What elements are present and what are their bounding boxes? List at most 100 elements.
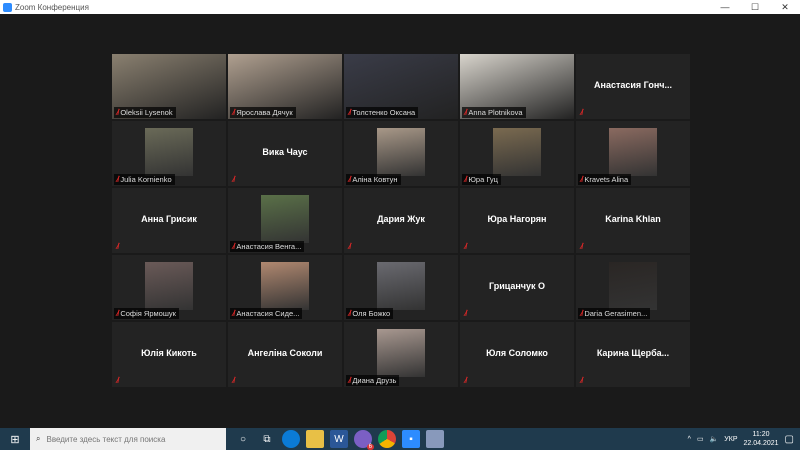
participant-tile[interactable]: Karina Khlan ⁄̸ — [576, 188, 690, 253]
participant-name-center: Юра Нагорян — [487, 214, 547, 224]
participant-name-center: Анастасия Гонч... — [594, 80, 672, 90]
participant-name: Софія Ярмошук — [120, 309, 176, 318]
participant-avatar — [609, 128, 657, 176]
maximize-button[interactable]: ☐ — [740, 0, 770, 14]
participant-avatar — [609, 262, 657, 310]
viber-icon[interactable]: 6 — [354, 430, 374, 450]
participant-tile[interactable]: Ангеліна Соколи ⁄̸ — [228, 322, 342, 387]
tray-chevron-icon[interactable]: ^ — [688, 436, 691, 443]
file-explorer-icon[interactable] — [306, 430, 324, 448]
participant-tile[interactable]: ⁄̸ Анастасия Венга... — [228, 188, 342, 253]
date: 22.04.2021 — [743, 440, 779, 447]
participant-label: ⁄̸ — [462, 308, 469, 319]
participant-label: ⁄̸ — [578, 107, 585, 118]
participant-tile[interactable]: ⁄̸ Софія Ярмошук — [112, 255, 226, 320]
muted-mic-icon: ⁄̸ — [465, 242, 467, 251]
participant-tile[interactable]: Дария Жук ⁄̸ — [344, 188, 458, 253]
participant-name-center: Юлія Кикоть — [141, 348, 197, 358]
word-icon[interactable]: W — [330, 430, 348, 448]
participant-tile[interactable]: ⁄̸ Anna Plotnikova — [460, 54, 574, 119]
clock[interactable]: 11:20 22.04.2021 — [744, 430, 779, 448]
participant-name: Анастасия Сиде... — [236, 309, 300, 318]
participant-label: ⁄̸ — [346, 241, 353, 252]
participant-tile[interactable]: Юра Нагорян ⁄̸ — [460, 188, 574, 253]
chrome-icon[interactable] — [378, 430, 396, 448]
cortana-icon[interactable]: ○ — [234, 430, 252, 448]
close-button[interactable]: ✕ — [770, 0, 800, 14]
participant-tile[interactable]: ⁄̸ Oleksii Lysenok — [112, 54, 226, 119]
edge-icon[interactable] — [282, 430, 300, 448]
windows-start-icon[interactable]: ⊞ — [0, 433, 30, 446]
search-input[interactable] — [46, 434, 207, 444]
participant-tile[interactable]: Анна Грисик ⁄̸ — [112, 188, 226, 253]
volume-icon[interactable]: 🔈 — [710, 435, 719, 443]
participant-tile[interactable]: Юля Соломко ⁄̸ — [460, 322, 574, 387]
muted-mic-icon: ⁄̸ — [465, 376, 467, 385]
participant-tile[interactable]: ⁄̸ Kravets Alina — [576, 121, 690, 186]
participant-name-center: Юля Соломко — [486, 348, 548, 358]
task-view-icon[interactable]: ⧉ — [258, 430, 276, 448]
participant-name: Oleksii Lysenok — [120, 108, 173, 117]
muted-mic-icon: ⁄̸ — [465, 108, 467, 117]
muted-mic-icon: ⁄̸ — [233, 108, 235, 117]
participant-label: ⁄̸ Ярослава Дячук — [230, 107, 296, 118]
participant-name-center: Грицанчук О — [488, 281, 546, 291]
muted-mic-icon: ⁄̸ — [117, 108, 119, 117]
participant-tile[interactable]: ⁄̸ Аліна Ковтун — [344, 121, 458, 186]
participant-name: Anna Plotnikova — [468, 108, 523, 117]
participant-tile[interactable]: Карина Щерба... ⁄̸ — [576, 322, 690, 387]
participant-tile[interactable]: ⁄̸ Ярослава Дячук — [228, 54, 342, 119]
participant-label: ⁄̸ — [230, 174, 237, 185]
muted-mic-icon: ⁄̸ — [581, 108, 583, 117]
muted-mic-icon: ⁄̸ — [349, 309, 351, 318]
notifications-icon[interactable]: ▢ — [785, 434, 794, 445]
language-indicator[interactable]: УКР — [724, 436, 737, 443]
participant-label: ⁄̸ — [230, 375, 237, 386]
muted-mic-icon: ⁄̸ — [465, 175, 467, 184]
muted-mic-icon: ⁄̸ — [117, 309, 119, 318]
taskbar-search[interactable]: ⌕ — [30, 428, 226, 450]
participant-name: Ярослава Дячук — [236, 108, 293, 117]
participant-name: Julia Kornienko — [120, 175, 172, 184]
participant-tile[interactable]: ⁄̸ Daria Gerasimen... — [576, 255, 690, 320]
participant-tile[interactable]: ⁄̸ Юра Гуц — [460, 121, 574, 186]
participant-tile[interactable]: Юлія Кикоть ⁄̸ — [112, 322, 226, 387]
muted-mic-icon: ⁄̸ — [233, 242, 235, 251]
participant-tile[interactable]: ⁄̸ Диана Друзь — [344, 322, 458, 387]
participant-label: ⁄̸ Oleksii Lysenok — [114, 107, 176, 118]
muted-mic-icon: ⁄̸ — [581, 242, 583, 251]
participant-label: ⁄̸ Anna Plotnikova — [462, 107, 526, 118]
zoom-logo-icon — [3, 2, 12, 12]
zoom-icon[interactable]: ▪ — [402, 430, 420, 448]
participant-label: ⁄̸ — [578, 375, 585, 386]
participant-tile[interactable]: Анастасия Гонч... ⁄̸ — [576, 54, 690, 119]
participant-label: ⁄̸ — [462, 241, 469, 252]
network-icon[interactable]: ▭ — [697, 435, 704, 443]
participant-name-center: Karina Khlan — [605, 214, 661, 224]
minimize-button[interactable]: — — [710, 0, 740, 14]
participant-name: Толстенко Оксана — [352, 108, 416, 117]
participant-avatar — [261, 195, 309, 243]
participant-label: ⁄̸ Анастасия Венга... — [230, 241, 305, 252]
participant-avatar — [377, 128, 425, 176]
participant-name-center: Ангеліна Соколи — [247, 348, 323, 358]
muted-mic-icon: ⁄̸ — [581, 376, 583, 385]
participant-label: ⁄̸ — [114, 241, 121, 252]
participant-tile[interactable]: Вика Чаус ⁄̸ — [228, 121, 342, 186]
participant-tile[interactable]: ⁄̸ Оля Божко — [344, 255, 458, 320]
participant-avatar — [377, 262, 425, 310]
app-icon[interactable] — [426, 430, 444, 448]
participant-label: ⁄̸ Kravets Alina — [578, 174, 632, 185]
participant-tile[interactable]: ⁄̸ Julia Kornienko — [112, 121, 226, 186]
muted-mic-icon: ⁄̸ — [349, 175, 351, 184]
participant-avatar — [377, 329, 425, 377]
participant-name-center: Дария Жук — [377, 214, 425, 224]
participant-label: ⁄̸ Юра Гуц — [462, 174, 501, 185]
muted-mic-icon: ⁄̸ — [233, 175, 235, 184]
participant-tile[interactable]: Грицанчук О ⁄̸ — [460, 255, 574, 320]
title-bar: Zoom Конференция — ☐ ✕ — [0, 0, 800, 14]
participant-label: ⁄̸ Анастасия Сиде... — [230, 308, 303, 319]
muted-mic-icon: ⁄̸ — [117, 242, 119, 251]
participant-tile[interactable]: ⁄̸ Анастасия Сиде... — [228, 255, 342, 320]
participant-tile[interactable]: ⁄̸ Толстенко Оксана — [344, 54, 458, 119]
